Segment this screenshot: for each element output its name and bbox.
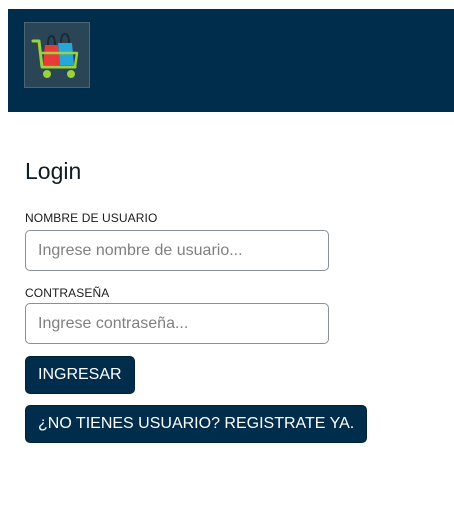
username-label: NOMBRE DE USUARIO bbox=[25, 211, 158, 225]
navbar bbox=[8, 9, 454, 112]
username-input[interactable] bbox=[25, 230, 329, 271]
register-button[interactable]: ¿NO TIENES USUARIO? REGISTRATE YA. bbox=[25, 405, 368, 443]
password-input[interactable] bbox=[25, 303, 329, 344]
login-title: Login bbox=[25, 158, 82, 184]
shopping-cart-bags-icon bbox=[31, 32, 79, 78]
login-button[interactable]: INGRESAR bbox=[25, 356, 135, 394]
page: Login NOMBRE DE USUARIO CONTRASEÑA INGRE… bbox=[0, 0, 454, 529]
logo[interactable] bbox=[24, 22, 90, 88]
password-label: CONTRASEÑA bbox=[25, 286, 110, 300]
